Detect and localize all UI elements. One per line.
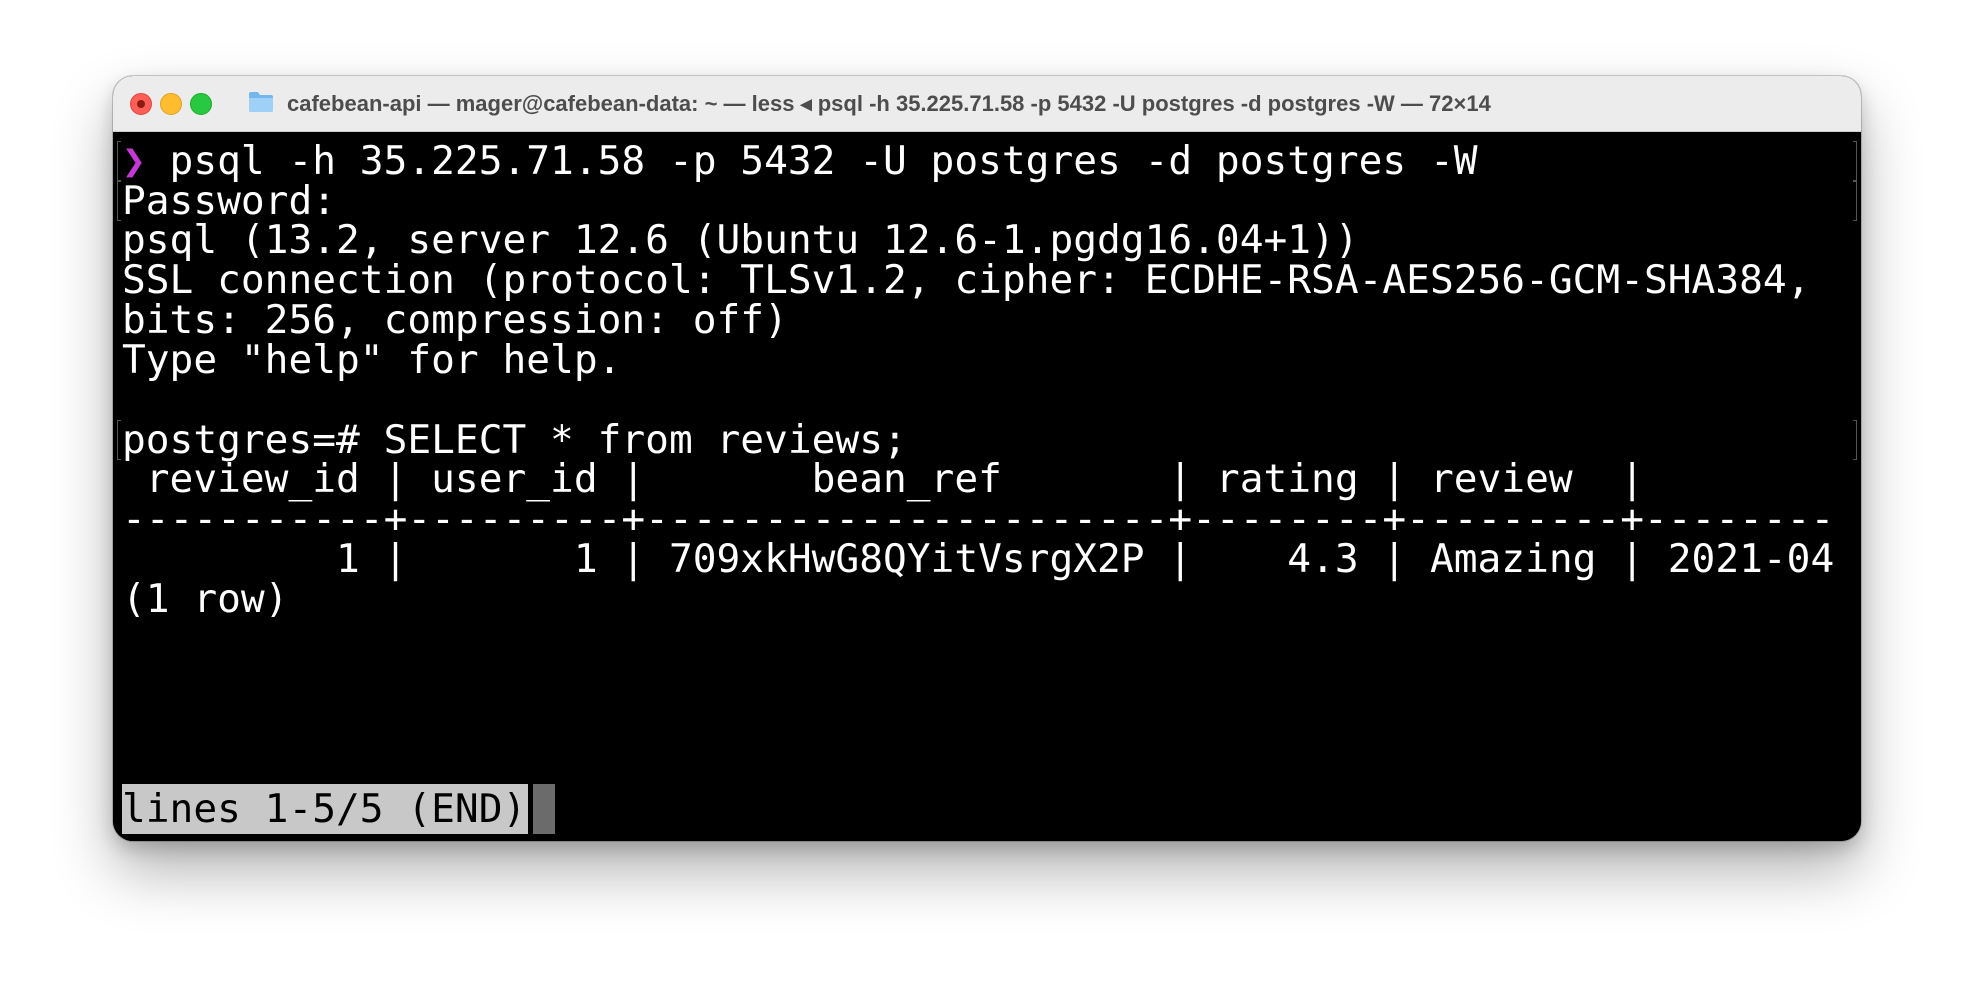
mark-left-2	[117, 181, 121, 221]
folder-icon	[249, 92, 273, 112]
terminal-cursor	[533, 784, 555, 834]
window-title: cafebean-api — mager@cafebean-data: ~ — …	[287, 91, 1491, 116]
pager-status-line: lines 1-5/5 (END)	[122, 784, 529, 834]
mark-right-1	[1853, 141, 1857, 181]
mark-right-3	[1853, 420, 1857, 460]
command-text: psql -h 35.225.71.58 -p 5432 -U postgres…	[145, 138, 1478, 184]
output-line: Type "help" for help.	[122, 337, 622, 383]
mark-right-2	[1853, 181, 1857, 221]
minimize-button[interactable]	[160, 93, 182, 115]
mark-left-1	[117, 141, 121, 181]
terminal-window: cafebean-api — mager@cafebean-data: ~ — …	[113, 76, 1861, 841]
title-bar[interactable]: cafebean-api — mager@cafebean-data: ~ — …	[113, 76, 1861, 132]
mark-left-3	[117, 420, 121, 460]
close-button[interactable]	[130, 93, 152, 115]
terminal-content[interactable]: ❯ psql -h 35.225.71.58 -p 5432 -U postgr…	[113, 132, 1861, 841]
row-count-line: (1 row)	[122, 576, 289, 622]
table-row: 1 | 1 | 709xkHwG8QYitVsrgX2P | 4.3 | Ama…	[122, 536, 1835, 582]
zoom-button[interactable]	[190, 93, 212, 115]
